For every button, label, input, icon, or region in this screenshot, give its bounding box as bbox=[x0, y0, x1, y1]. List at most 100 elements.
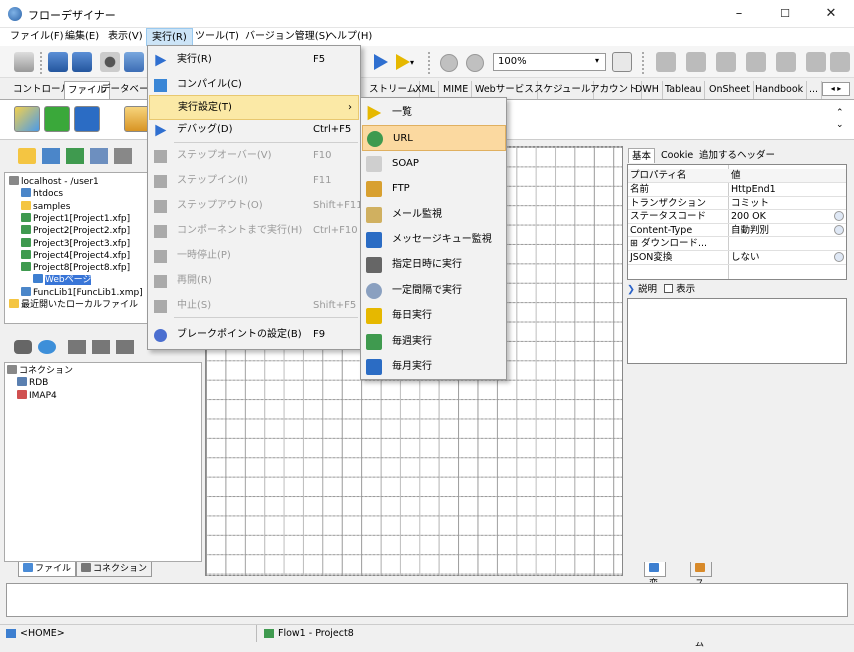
submenu-item-url[interactable]: URL bbox=[362, 125, 506, 151]
menu-item-step-out[interactable]: ステップアウト(O) Shift+F11 bbox=[149, 194, 363, 219]
tree-node[interactable]: FuncLib1[FuncLib1.xmp] bbox=[21, 286, 143, 299]
menu-run[interactable]: 実行(R) bbox=[146, 28, 193, 46]
close-button[interactable]: ✕ bbox=[808, 0, 854, 28]
project-icon[interactable] bbox=[42, 148, 60, 164]
network-icon[interactable] bbox=[114, 148, 132, 164]
tab-file-tree[interactable]: ファイル bbox=[18, 562, 77, 577]
chevron-down-icon[interactable]: ⌄ bbox=[836, 120, 844, 130]
menu-item-resume[interactable]: 再開(R) bbox=[149, 269, 359, 294]
submenu-item-ftp[interactable]: FTP bbox=[362, 176, 506, 201]
tab-connection[interactable]: コネクション bbox=[76, 562, 153, 577]
tree-node[interactable]: Project2[Project2.xfp] bbox=[21, 225, 130, 237]
menu-version-control[interactable]: バージョン管理(S) bbox=[240, 28, 334, 46]
save-all-icon[interactable] bbox=[72, 52, 92, 72]
submenu-item-weekly[interactable]: 毎週実行 bbox=[362, 329, 506, 354]
property-row[interactable]: ステータスコード 200 OK bbox=[628, 210, 846, 224]
menu-item-stop[interactable]: 中止(S) Shift+F5 bbox=[149, 294, 359, 319]
property-row[interactable]: JSON変換 しない bbox=[628, 251, 846, 265]
submenu-item-daily[interactable]: 毎日実行 bbox=[362, 303, 506, 328]
submenu-item-list[interactable]: 一覧 bbox=[362, 100, 506, 125]
tab-streams[interactable]: ストリーム bbox=[690, 562, 712, 649]
menu-item-step-in[interactable]: ステップイン(I) F11 bbox=[149, 169, 359, 194]
flow-icon[interactable] bbox=[66, 148, 84, 164]
library-icon[interactable] bbox=[90, 148, 108, 164]
tab-tableau[interactable]: Tableau bbox=[662, 81, 706, 99]
save-icon[interactable] bbox=[48, 52, 68, 72]
zoom-in-icon[interactable] bbox=[466, 54, 484, 72]
tab-scroll-arrows[interactable]: ◂ ▸ bbox=[822, 82, 850, 96]
new-file-icon[interactable] bbox=[14, 52, 34, 72]
menu-item-pause[interactable]: 一時停止(P) bbox=[149, 244, 359, 269]
menu-edit[interactable]: 編集(E) bbox=[60, 28, 104, 46]
fit-icon[interactable] bbox=[612, 52, 632, 72]
property-editor-icon[interactable] bbox=[834, 211, 844, 222]
palette-component-icon[interactable] bbox=[74, 106, 100, 132]
align-icon[interactable] bbox=[656, 52, 676, 72]
maximize-button[interactable]: ☐ bbox=[762, 0, 808, 28]
minimize-button[interactable]: – bbox=[716, 0, 762, 28]
refresh-icon[interactable] bbox=[38, 340, 56, 354]
tab-additional-headers[interactable]: 追加するヘッダー bbox=[696, 148, 778, 163]
open-folder-icon[interactable] bbox=[18, 148, 36, 164]
connection-node[interactable]: コネクション bbox=[7, 365, 73, 377]
show-description-checkbox[interactable] bbox=[664, 284, 674, 293]
align-icon[interactable] bbox=[806, 52, 826, 72]
chevron-up-icon[interactable]: ⌃ bbox=[836, 108, 844, 118]
menu-tools[interactable]: ツール(T) bbox=[190, 28, 244, 46]
connect-icon[interactable] bbox=[14, 340, 32, 354]
tree-node[interactable]: Webページ bbox=[33, 274, 92, 286]
align-icon[interactable] bbox=[830, 52, 850, 72]
chevron-down-icon[interactable]: ▾ bbox=[410, 58, 414, 67]
submenu-item-interval[interactable]: 一定間隔で実行 bbox=[362, 278, 506, 303]
submenu-item-scheduled-datetime[interactable]: 指定日時に実行 bbox=[362, 252, 506, 277]
tree-node[interactable]: Project1[Project1.xfp] bbox=[21, 212, 130, 225]
tree-node[interactable]: samples bbox=[21, 200, 70, 213]
property-editor-icon[interactable] bbox=[834, 252, 844, 262]
submenu-item-message-queue-watch[interactable]: メッセージキュー監視 bbox=[362, 227, 506, 252]
edit-connection-icon[interactable] bbox=[92, 340, 110, 354]
connection-node[interactable]: IMAP4 bbox=[17, 389, 57, 402]
tab-handbook[interactable]: Handbook bbox=[752, 81, 808, 99]
tab-basic[interactable]: 基本 bbox=[628, 148, 656, 163]
property-editor-icon[interactable] bbox=[834, 224, 844, 235]
menu-item-compile[interactable]: コンパイル(C) bbox=[149, 73, 359, 98]
palette-component-icon[interactable] bbox=[14, 106, 40, 132]
menu-item-debug[interactable]: デバッグ(D) Ctrl+F5 bbox=[149, 118, 359, 143]
property-row[interactable]: 名前 HttpEnd1 bbox=[628, 183, 846, 197]
menu-item-run-settings[interactable]: 実行設定(T) › bbox=[149, 95, 359, 120]
palette-component-icon[interactable] bbox=[44, 106, 70, 132]
submenu-item-soap[interactable]: SOAP bbox=[362, 151, 506, 176]
property-row[interactable]: ⊞ ダウンロード... bbox=[628, 237, 846, 251]
submenu-item-mail-watch[interactable]: メール監視 bbox=[362, 202, 506, 227]
chevron-double-down-icon[interactable]: ❯ bbox=[627, 284, 635, 295]
connection-node[interactable]: RDB bbox=[17, 377, 48, 389]
tab-onsheet[interactable]: OnSheet bbox=[706, 81, 754, 99]
tree-node[interactable]: Project8[Project8.xfp] bbox=[21, 262, 130, 274]
menu-view[interactable]: 表示(V) bbox=[103, 28, 148, 46]
align-icon[interactable] bbox=[716, 52, 736, 72]
tree-node[interactable]: Project3[Project3.xfp] bbox=[21, 237, 130, 250]
tree-node[interactable]: localhost - /user1 bbox=[9, 176, 99, 188]
property-row[interactable]: Content-Type 自動判別 bbox=[628, 224, 846, 238]
property-row[interactable]: トランザクション コミット bbox=[628, 197, 846, 211]
align-icon[interactable] bbox=[776, 52, 796, 72]
tree-node[interactable]: htdocs bbox=[21, 188, 63, 200]
menu-item-run-to-component[interactable]: コンポーネントまで実行(H) Ctrl+F10 bbox=[149, 219, 359, 244]
tab-cookie[interactable]: Cookie bbox=[658, 148, 696, 163]
align-icon[interactable] bbox=[746, 52, 766, 72]
tab-more[interactable]: ... bbox=[806, 81, 823, 99]
tab-schedule[interactable]: スケジュール bbox=[531, 81, 595, 99]
chevron-down-icon[interactable]: ▾ bbox=[588, 53, 606, 71]
align-icon[interactable] bbox=[686, 52, 706, 72]
delete-connection-icon[interactable] bbox=[116, 340, 134, 354]
menu-item-run[interactable]: 実行(R) F5 bbox=[149, 48, 359, 73]
zoom-out-icon[interactable] bbox=[440, 54, 458, 72]
menu-item-step-over[interactable]: ステップオーバー(V) F10 bbox=[149, 144, 359, 169]
submenu-item-monthly[interactable]: 毎月実行 bbox=[362, 354, 506, 379]
find-icon[interactable] bbox=[100, 52, 120, 72]
debug-icon[interactable] bbox=[124, 52, 144, 72]
add-connection-icon[interactable] bbox=[68, 340, 86, 354]
menu-item-set-breakpoint[interactable]: ブレークポイントの設定(B) F9 bbox=[149, 323, 359, 348]
menu-help[interactable]: ヘルプ(H) bbox=[322, 28, 377, 46]
tree-node[interactable]: 最近開いたローカルファイル bbox=[9, 299, 138, 311]
